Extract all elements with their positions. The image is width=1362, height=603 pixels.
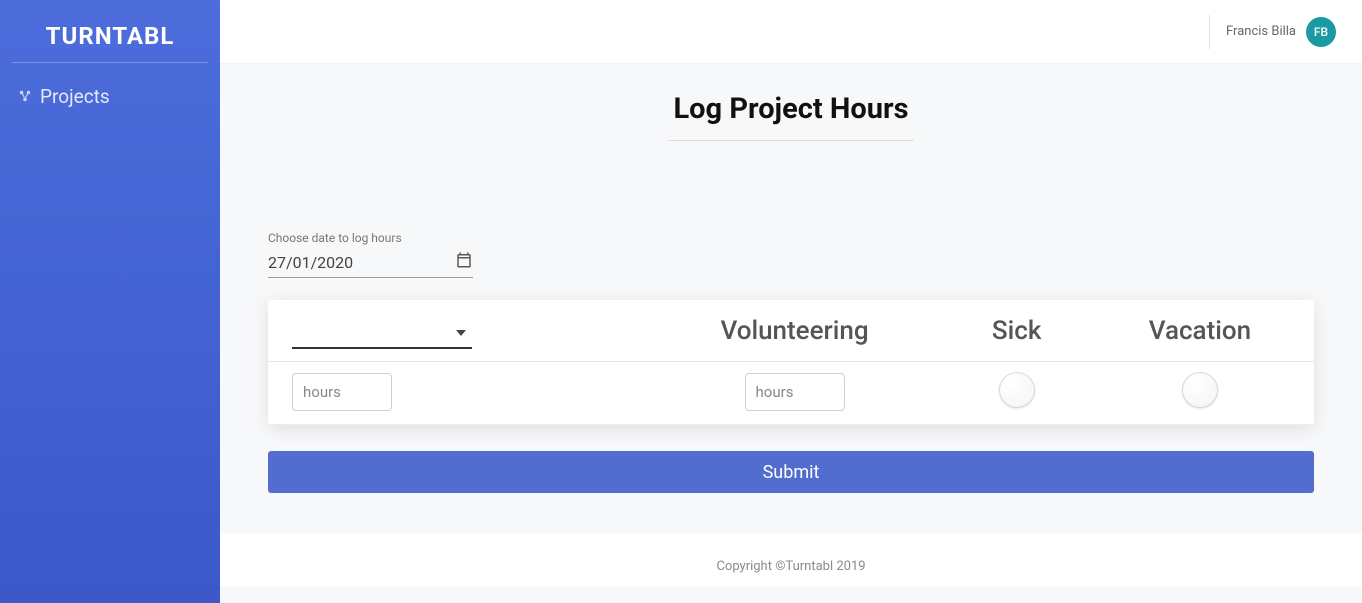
col-sick: Sick (947, 300, 1085, 362)
date-value: 27/01/2020 (268, 253, 353, 272)
calendar-icon[interactable] (455, 251, 473, 273)
table-row (268, 362, 1314, 425)
title-rule (669, 140, 914, 141)
user-name[interactable]: Francis Billa (1226, 24, 1296, 39)
sidebar-item-projects[interactable]: Projects (0, 77, 220, 116)
topbar-separator (1209, 15, 1210, 49)
topbar: Francis Billa FB (220, 0, 1362, 64)
date-field[interactable]: Choose date to log hours 27/01/2020 (268, 231, 473, 278)
projects-icon (18, 85, 32, 108)
brand-logo[interactable]: TURNTABL (0, 0, 220, 62)
project-hours-input[interactable] (292, 373, 392, 411)
project-select-input[interactable] (294, 321, 448, 339)
project-select[interactable] (292, 313, 472, 349)
table-header-row: Volunteering Sick Vacation (268, 300, 1314, 362)
col-vacation: Vacation (1086, 300, 1314, 362)
vacation-toggle[interactable] (1182, 372, 1218, 408)
col-project (268, 300, 642, 362)
page-title: Log Project Hours (268, 92, 1314, 140)
submit-button[interactable]: Submit (268, 451, 1314, 493)
main: Francis Billa FB Log Project Hours Choos… (220, 0, 1362, 603)
date-label: Choose date to log hours (268, 231, 473, 245)
hours-table: Volunteering Sick Vacation (268, 300, 1314, 425)
sidebar: TURNTABL Projects (0, 0, 220, 603)
hours-card: Volunteering Sick Vacation (268, 300, 1314, 425)
avatar[interactable]: FB (1306, 17, 1336, 47)
chevron-down-icon (456, 315, 466, 345)
footer-text: Copyright ©Turntabl 2019 (220, 533, 1362, 586)
volunteering-hours-input[interactable] (745, 373, 845, 411)
col-volunteering: Volunteering (642, 300, 948, 362)
sick-toggle[interactable] (999, 372, 1035, 408)
sidebar-divider (12, 62, 208, 63)
sidebar-item-label: Projects (40, 85, 110, 108)
content-area: Log Project Hours Choose date to log hou… (220, 64, 1362, 603)
